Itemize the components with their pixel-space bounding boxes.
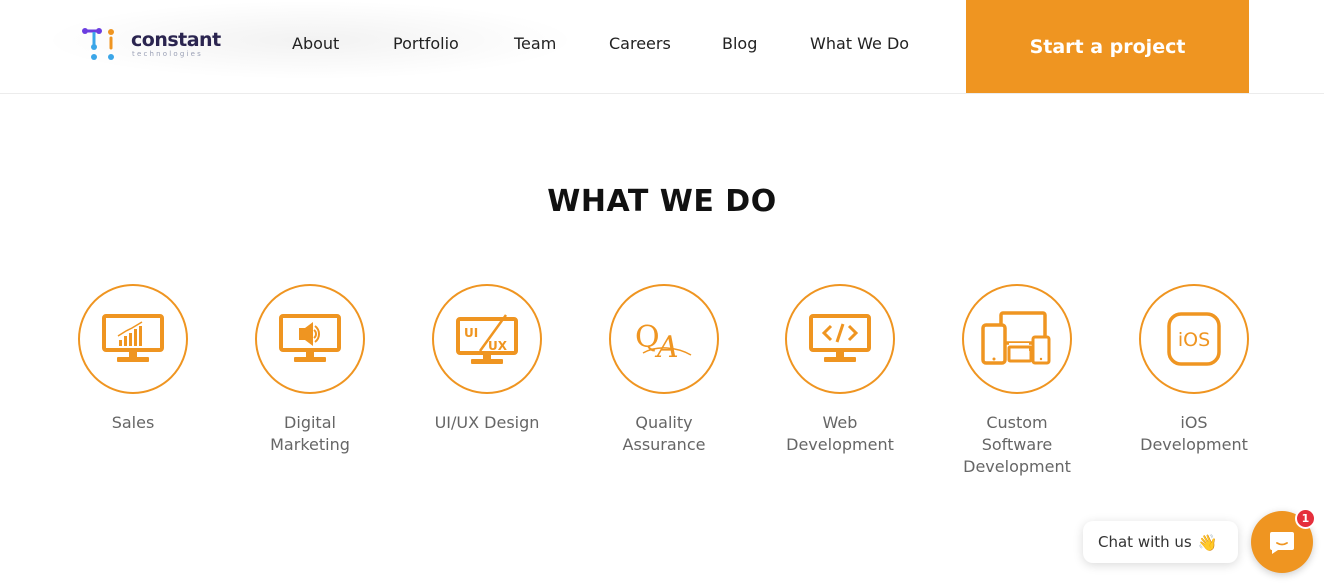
chat-prompt-bubble[interactable]: Chat with us 👋: [1083, 521, 1238, 563]
service-icon-circle: iOS: [1139, 284, 1249, 394]
nav-what-we-do[interactable]: What We Do: [810, 34, 909, 53]
service-label: UI/UX Design: [434, 413, 540, 432]
service-quality-assurance[interactable]: Q A Quality Assurance: [584, 284, 744, 456]
logo-subtitle: technologies: [132, 50, 204, 58]
service-custom-software-development[interactable]: Custom Software Development: [937, 284, 1097, 478]
code-monitor-icon: [809, 314, 871, 362]
sales-chart-monitor-icon: [102, 314, 164, 362]
nav-about[interactable]: About: [292, 34, 339, 53]
service-icon-circle: Q A: [609, 284, 719, 394]
chat-prompt-label: Chat with us: [1098, 533, 1192, 551]
logo-text: constant technologies: [131, 30, 221, 58]
service-icon-circle: [962, 284, 1072, 394]
logo-word: constant: [131, 29, 221, 51]
service-icon-circle: UI UX: [432, 284, 542, 394]
service-icon-circle: [255, 284, 365, 394]
service-label: Web Development: [786, 413, 894, 454]
svg-text:iOS: iOS: [1178, 329, 1210, 351]
logo[interactable]: constant technologies: [80, 26, 230, 66]
wave-emoji-icon: 👋: [1197, 532, 1218, 552]
service-digital-marketing[interactable]: Digital Marketing: [230, 284, 390, 456]
ui-ux-monitor-icon: UI UX: [456, 314, 518, 364]
svg-text:A: A: [654, 330, 679, 361]
chat-unread-badge: 1: [1295, 508, 1316, 529]
nav-team[interactable]: Team: [514, 34, 556, 53]
service-sales[interactable]: Sales: [53, 284, 213, 434]
chat-icon: [1270, 532, 1294, 554]
constant-logo-icon: [82, 28, 114, 60]
section-title: WHAT WE DO: [547, 184, 777, 219]
service-ios-development[interactable]: iOS iOS Development: [1114, 284, 1274, 456]
devices-icon: [981, 311, 1051, 365]
nav-blog[interactable]: Blog: [722, 34, 757, 53]
nav-careers[interactable]: Careers: [609, 34, 671, 53]
service-icon-circle: [78, 284, 188, 394]
service-web-development[interactable]: Web Development: [760, 284, 920, 456]
speaker-monitor-icon: [279, 314, 341, 362]
svg-text:UX: UX: [488, 339, 508, 353]
service-label: Digital Marketing: [270, 413, 350, 454]
service-label: Sales: [111, 413, 155, 432]
qa-icon: Q A: [635, 320, 692, 361]
service-icon-circle: [785, 284, 895, 394]
svg-text:UI: UI: [464, 326, 478, 340]
service-label: iOS Development: [1140, 413, 1248, 454]
nav-portfolio[interactable]: Portfolio: [393, 34, 459, 53]
service-label: Custom Software Development: [963, 413, 1071, 476]
ios-icon: iOS: [1167, 312, 1221, 366]
site-header: constant technologies About Portfolio Te…: [0, 0, 1324, 94]
start-project-button[interactable]: Start a project: [966, 0, 1249, 93]
service-ui-ux-design[interactable]: UI UX UI/UX Design: [407, 284, 567, 434]
service-label: Quality Assurance: [622, 413, 706, 454]
svg-text:Q: Q: [635, 320, 660, 355]
